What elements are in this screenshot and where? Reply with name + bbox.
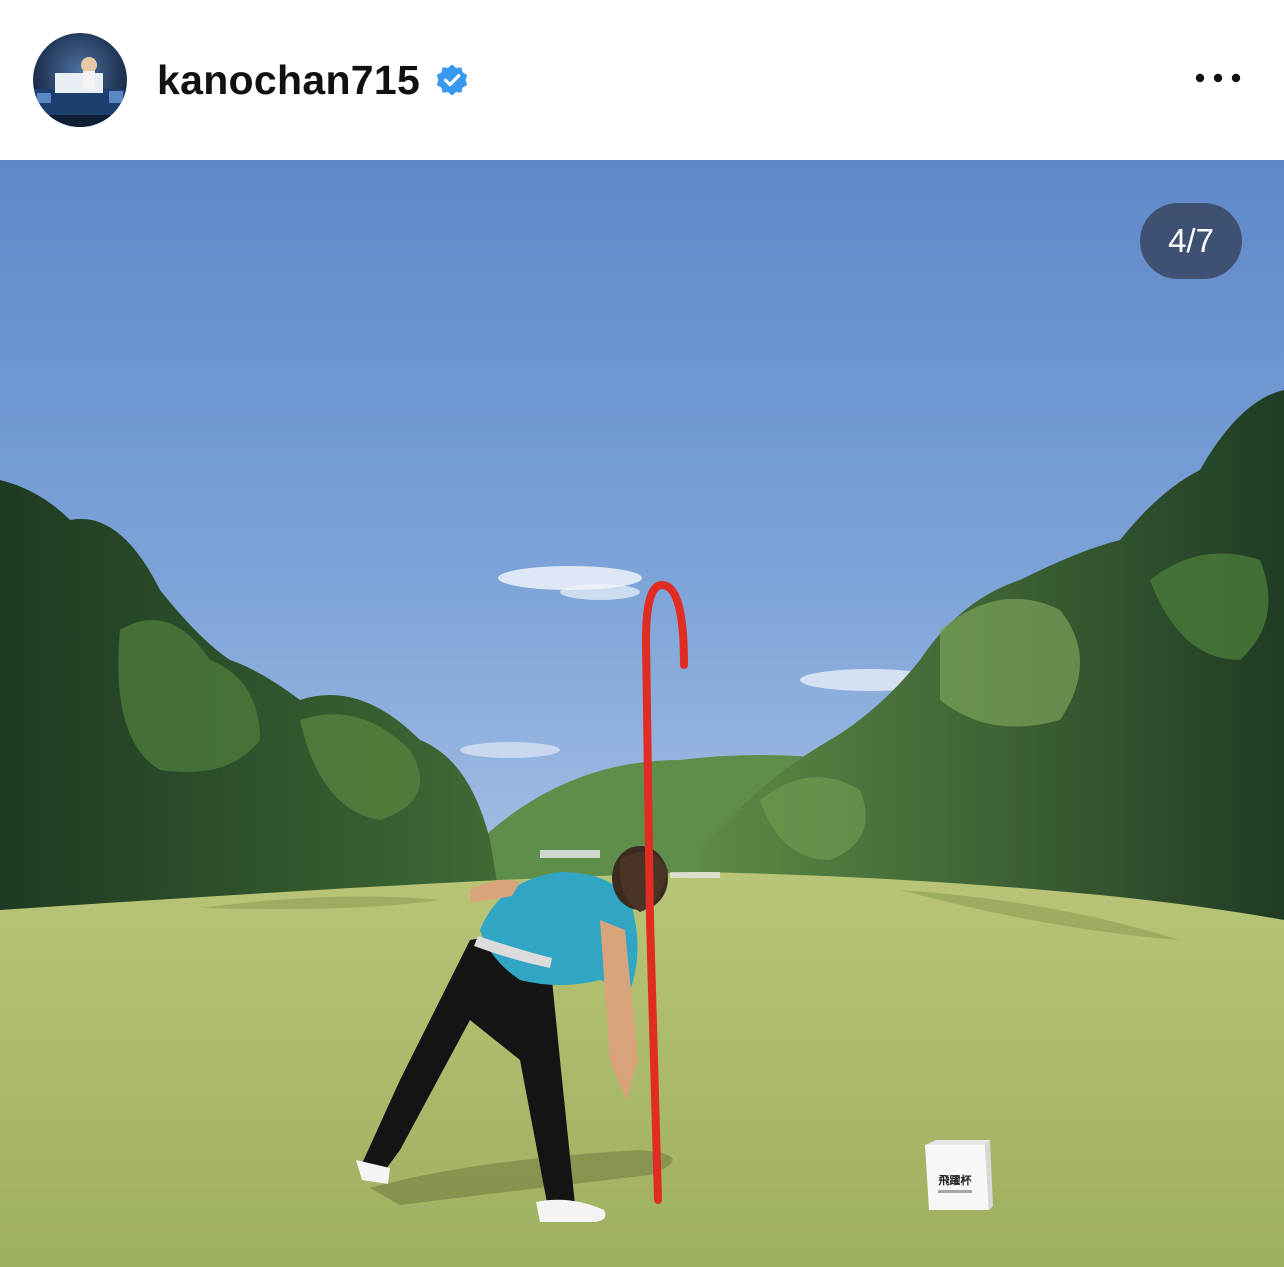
profile-avatar[interactable] bbox=[33, 33, 127, 127]
username-link[interactable]: kanochan715 bbox=[157, 57, 420, 104]
tee-marker: 飛躍杯 bbox=[925, 1140, 993, 1210]
post-photo[interactable]: 飛躍杯 4/7 bbox=[0, 160, 1284, 1267]
more-options-button[interactable] bbox=[1192, 56, 1244, 100]
post-header: kanochan715 bbox=[0, 0, 1284, 160]
tee-marker-label: 飛躍杯 bbox=[938, 1173, 973, 1187]
golf-course-photo: 飛躍杯 bbox=[0, 160, 1284, 1267]
username-row: kanochan715 bbox=[157, 52, 470, 108]
carousel-counter: 4/7 bbox=[1140, 203, 1242, 279]
more-horizontal-icon bbox=[1195, 73, 1241, 83]
avatar-image bbox=[33, 33, 127, 127]
verified-badge-icon bbox=[434, 62, 470, 98]
fairway bbox=[0, 872, 1284, 1267]
